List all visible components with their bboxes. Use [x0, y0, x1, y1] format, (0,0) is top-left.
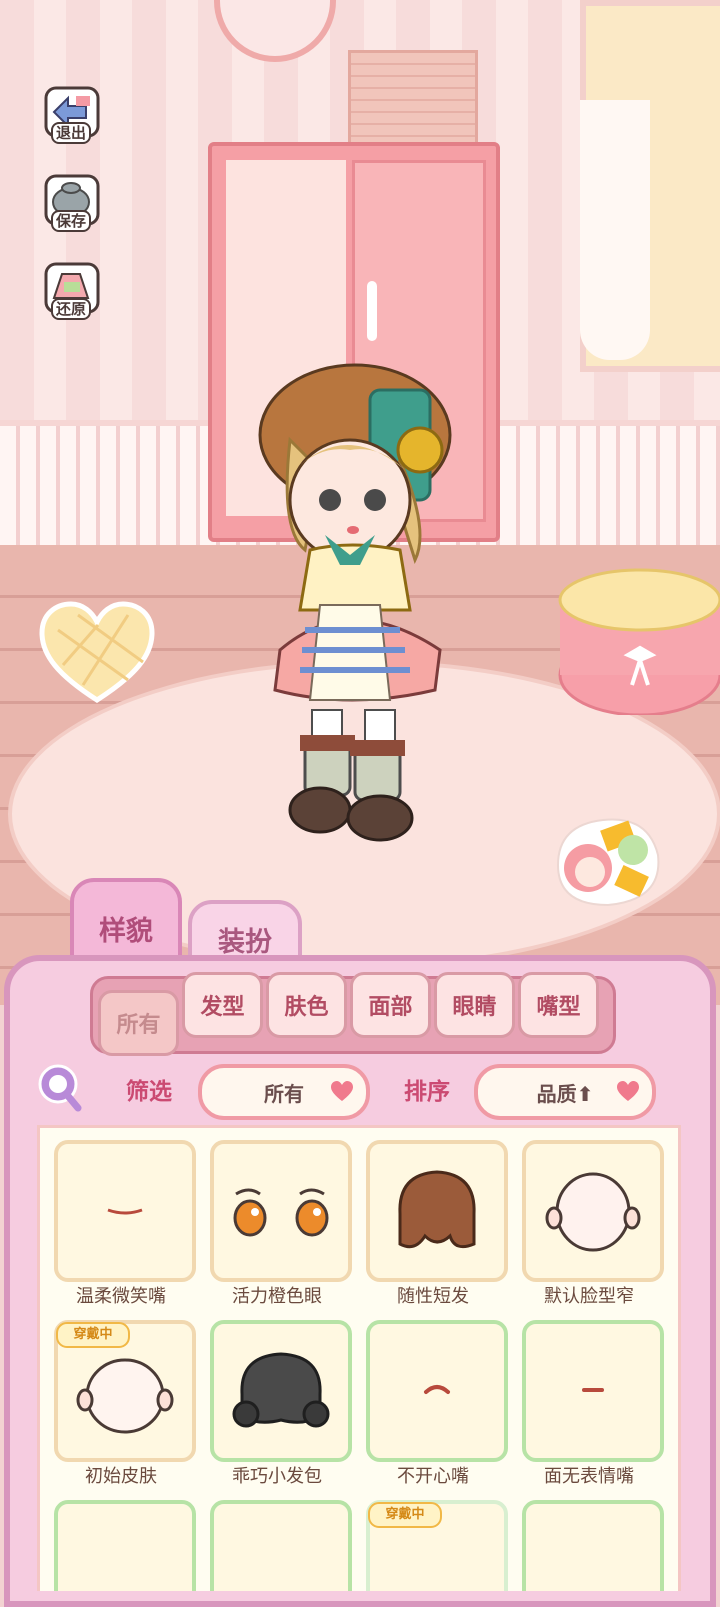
pouf [558, 568, 720, 715]
player-character [258, 363, 452, 842]
subtab-all-label: 所有 [116, 1013, 161, 1038]
item-grid: 温柔微笑嘴 活力橙色眼 随性短发 默认脸型窄 穿戴中 初始皮肤 乖巧小发包 不开… [37, 1125, 681, 1591]
exit-button[interactable]: 退出 [38, 82, 104, 162]
wearing-badge: 穿戴中 [368, 1502, 442, 1528]
item-name: 乖巧小发包 [232, 1466, 322, 1487]
filter-label: 筛选 [126, 1079, 172, 1105]
storage-box [348, 50, 478, 146]
exit-label: 退出 [50, 122, 91, 144]
heart-dropdown-icon [331, 1081, 353, 1101]
sort-label: 排序 [404, 1079, 450, 1105]
orange-eyes-icon [233, 1188, 329, 1237]
search-icon[interactable] [36, 1062, 84, 1112]
heart-cushion [39, 601, 155, 703]
subtab-face[interactable]: 面部 [350, 972, 431, 1038]
pet-sticker[interactable] [548, 810, 668, 910]
tab-appearance-label: 样貌 [99, 915, 153, 947]
curtain [580, 100, 650, 360]
restore-label: 还原 [50, 298, 91, 320]
frown-mouth-icon [424, 1385, 450, 1394]
item-card[interactable] [366, 1140, 508, 1282]
item-card[interactable] [210, 1320, 352, 1462]
item-name: 面无表情嘴 [544, 1466, 634, 1487]
tab-dress-up-label: 装扮 [218, 926, 272, 958]
save-button[interactable]: 保存 [38, 170, 104, 250]
item-card[interactable] [210, 1140, 352, 1282]
restore-button[interactable]: 还原 [38, 258, 104, 338]
subtab-eyes-label: 眼睛 [452, 995, 497, 1020]
item-name: 活力橙色眼 [232, 1286, 322, 1307]
item-name: 默认脸型窄 [544, 1286, 634, 1307]
casual-short-hair-icon [398, 1170, 476, 1249]
item-card[interactable] [522, 1140, 664, 1282]
item-card[interactable] [210, 1500, 352, 1591]
item-name: 不开心嘴 [397, 1466, 469, 1487]
filter-value: 所有 [264, 1081, 304, 1106]
flat-mouth-icon [582, 1388, 604, 1392]
heart-dropdown-icon [617, 1081, 639, 1101]
wearing-badge: 穿戴中 [56, 1322, 130, 1348]
item-name: 初始皮肤 [85, 1466, 157, 1487]
item-name: 随性短发 [397, 1286, 469, 1307]
item-card[interactable] [366, 1320, 508, 1462]
item-card[interactable] [54, 1500, 196, 1591]
narrow-face-icon [545, 1172, 641, 1252]
item-card[interactable] [522, 1500, 664, 1591]
subtab-mouth-label: 嘴型 [536, 995, 581, 1020]
sort-value: 品质⬆ [536, 1081, 594, 1106]
subtab-skin-color[interactable]: 肤色 [266, 972, 347, 1038]
subtab-face-label: 面部 [368, 995, 413, 1020]
black-bun-hair-icon [232, 1352, 330, 1428]
subtab-hairstyle-label: 发型 [200, 995, 245, 1020]
sort-dropdown[interactable]: 品质⬆ [474, 1064, 656, 1120]
subtab-all[interactable]: 所有 [98, 990, 179, 1056]
item-card[interactable] [54, 1140, 196, 1282]
subtab-hairstyle[interactable]: 发型 [182, 972, 263, 1038]
subtab-mouth[interactable]: 嘴型 [518, 972, 599, 1038]
subtab-eyes[interactable]: 眼睛 [434, 972, 515, 1038]
item-name: 温柔微笑嘴 [76, 1286, 166, 1307]
item-card[interactable] [522, 1320, 664, 1462]
subtab-skin-color-label: 肤色 [284, 995, 329, 1020]
save-label: 保存 [50, 210, 91, 232]
gentle-smile-mouth-icon [107, 1208, 143, 1215]
filter-dropdown[interactable]: 所有 [198, 1064, 370, 1120]
